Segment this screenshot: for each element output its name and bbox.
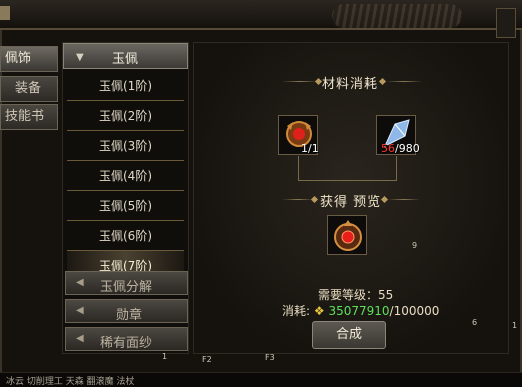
material-1-have: 1 — [301, 142, 308, 155]
materials-title: 材料消耗 — [322, 77, 379, 92]
corner-number: 6 — [472, 318, 478, 327]
list-item-jade-2[interactable]: 玉佩(2阶) — [67, 101, 184, 131]
tab-equipment-label: 装备 — [15, 81, 42, 96]
result-deco-line-right — [388, 199, 420, 200]
list-item-jade-6[interactable]: 玉佩(6阶) — [67, 221, 184, 251]
sub-category-list: ▼ 玉佩 玉佩(1阶) 玉佩(2阶) 玉佩(3阶) 玉佩(4阶) 玉佩(5阶) … — [62, 42, 189, 354]
sub-header-label: 玉佩 — [112, 52, 139, 67]
title-deco-line-left — [282, 81, 318, 82]
level-requirement-value: 55 — [378, 288, 394, 302]
result-title: 获得 预览 — [320, 195, 382, 210]
collapse-arrow-icon: ◀ — [76, 333, 84, 344]
material-slot-2[interactable]: 56/980 — [376, 115, 420, 155]
list-item-jade-4[interactable]: 玉佩(4阶) — [67, 161, 184, 191]
synthesize-button[interactable]: 合成 — [312, 321, 386, 349]
small-label-f2: F2 — [202, 355, 212, 364]
expand-arrow-icon: ▼ — [76, 52, 84, 63]
material-1-quantity: 1/1 — [301, 142, 319, 155]
tab-skillbook[interactable]: 技能书 — [0, 104, 58, 130]
list-item-jade-1[interactable]: 玉佩(1阶) — [67, 71, 184, 101]
small-label-1: 1 — [162, 352, 168, 361]
title-edge-deco — [0, 6, 10, 20]
result-slot[interactable] — [327, 215, 367, 255]
cost-label: 消耗: — [282, 304, 311, 318]
sub-header-jade[interactable]: ▼ 玉佩 — [63, 43, 188, 69]
result-deco-line-left — [282, 199, 314, 200]
result-badge: 9 — [412, 241, 418, 250]
rare-veil-label: 稀有面纱 — [100, 336, 153, 351]
cost-line: 消耗: ❖ 35077910/100000 — [282, 304, 440, 318]
connector-horizontal — [298, 180, 397, 181]
material-2-quantity: 56/980 — [381, 142, 420, 155]
small-label-5: 1 — [512, 321, 518, 330]
rare-veil-button[interactable]: ◀ 稀有面纱 — [65, 327, 188, 351]
synthesis-panel: 材料消耗 1/1 56/980 获得 预览 9 需要等级：55 消耗: ❖ 35… — [193, 42, 509, 354]
material-2-have: 56 — [381, 142, 395, 155]
list-item-jade-5[interactable]: 玉佩(5阶) — [67, 191, 184, 221]
material-1-need: 1 — [311, 142, 319, 155]
dragon-ornament — [332, 4, 462, 28]
collapse-arrow-icon: ◀ — [76, 277, 84, 288]
title-deco-dot — [310, 195, 319, 204]
material-slot-1[interactable]: 1/1 — [278, 115, 319, 155]
small-label-f3: F3 — [265, 353, 275, 362]
medal-label: 勋章 — [116, 308, 143, 323]
level-requirement-label: 需要等级： — [318, 288, 379, 302]
cost-current: 35077910 — [328, 304, 390, 318]
title-deco-line-right — [386, 81, 422, 82]
material-2-need: 980 — [398, 142, 420, 155]
gold-coin-icon: ❖ — [313, 304, 325, 318]
tab-accessory-label: 佩饰 — [5, 51, 32, 66]
title-bar — [0, 0, 522, 38]
red-jade-pendant-icon — [334, 220, 362, 251]
list-item-jade-3[interactable]: 玉佩(3阶) — [67, 131, 184, 161]
tab-skillbook-label: 技能书 — [5, 109, 45, 124]
medal-button[interactable]: ◀ 勋章 — [65, 299, 188, 323]
bottom-status-strip: 冰云 切削理工 天森 翻滚魔 法杖 — [0, 372, 522, 387]
bottom-status-text: 冰云 切削理工 天森 翻滚魔 法杖 — [6, 377, 135, 387]
tab-equipment[interactable]: 装备 — [0, 76, 58, 102]
cost-required: 100000 — [393, 304, 440, 318]
jade-decompose-button[interactable]: ◀ 玉佩分解 — [65, 271, 188, 295]
connector-left — [298, 156, 299, 180]
close-button[interactable] — [496, 8, 516, 38]
jade-decompose-label: 玉佩分解 — [100, 280, 153, 295]
title-deco-dot — [314, 77, 323, 86]
title-deco-dot — [380, 195, 389, 204]
collapse-arrow-icon: ◀ — [76, 305, 84, 316]
tab-accessory[interactable]: 佩饰 — [0, 46, 58, 72]
title-deco-dot — [378, 77, 387, 86]
level-requirement: 需要等级：55 — [318, 286, 393, 303]
connector-right — [396, 156, 397, 180]
